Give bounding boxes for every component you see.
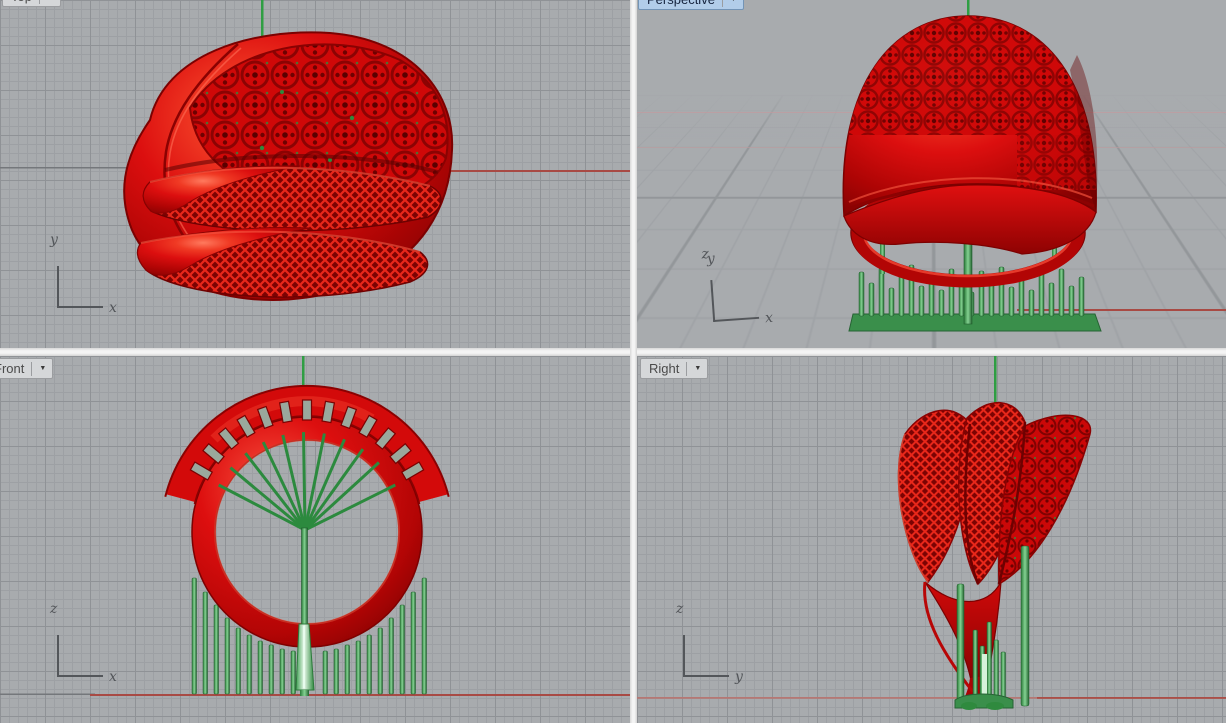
axis-label-z: z (50, 601, 57, 617)
axis-line-vertical (57, 635, 59, 677)
viewport-grid: Top ▼ y x (0, 0, 1226, 723)
tab-separator (722, 0, 723, 7)
axis-line-horizontal (57, 306, 103, 308)
axis-line-horizontal (683, 675, 729, 677)
viewport-tab-front[interactable]: Front ▼ (0, 358, 53, 379)
axis-line-horizontal (57, 675, 103, 677)
tab-separator (31, 362, 32, 376)
viewport-splitter-horizontal[interactable] (0, 348, 1226, 356)
axis-label-y: y (706, 251, 715, 268)
tab-separator (686, 362, 687, 376)
viewport-splitter-vertical[interactable] (630, 0, 637, 723)
axis-label-x: x (109, 300, 117, 316)
axis-line-vertical (710, 280, 715, 322)
viewport-front[interactable]: Front ▼ z x (0, 356, 630, 723)
chevron-down-icon[interactable]: ▼ (39, 365, 46, 372)
axis-gizmo: z y x (697, 255, 785, 323)
viewport-tab-label: Perspective (647, 0, 715, 7)
axis-gizmo: z x (45, 615, 129, 677)
axis-line-vertical (683, 635, 685, 677)
tab-separator (39, 0, 40, 4)
viewport-tab-label: Right (649, 361, 679, 376)
viewport-tab-top[interactable]: Top ▼ (2, 0, 61, 7)
axis-label-y: y (50, 232, 58, 248)
viewport-top[interactable]: Top ▼ y x (0, 0, 630, 348)
viewport-tab-label: Front (0, 361, 24, 376)
viewport-right[interactable]: Right ▼ z y (637, 356, 1226, 723)
viewport-tab-perspective[interactable]: Perspective ▼ (638, 0, 744, 10)
axis-label-y: y (735, 669, 743, 685)
axis-gizmo: y x (45, 246, 129, 308)
axis-label-x: x (765, 310, 774, 327)
viewport-tab-label: Top (11, 0, 32, 4)
axis-gizmo: z y (671, 615, 755, 677)
axis-label-z: z (676, 601, 683, 617)
axis-line-vertical (57, 266, 59, 308)
chevron-down-icon[interactable]: ▼ (694, 365, 701, 372)
axis-label-x: x (109, 669, 117, 685)
chevron-down-icon[interactable]: ▼ (730, 0, 737, 3)
viewport-perspective[interactable]: Perspective ▼ z y x (637, 0, 1226, 348)
viewport-tab-right[interactable]: Right ▼ (640, 358, 708, 379)
